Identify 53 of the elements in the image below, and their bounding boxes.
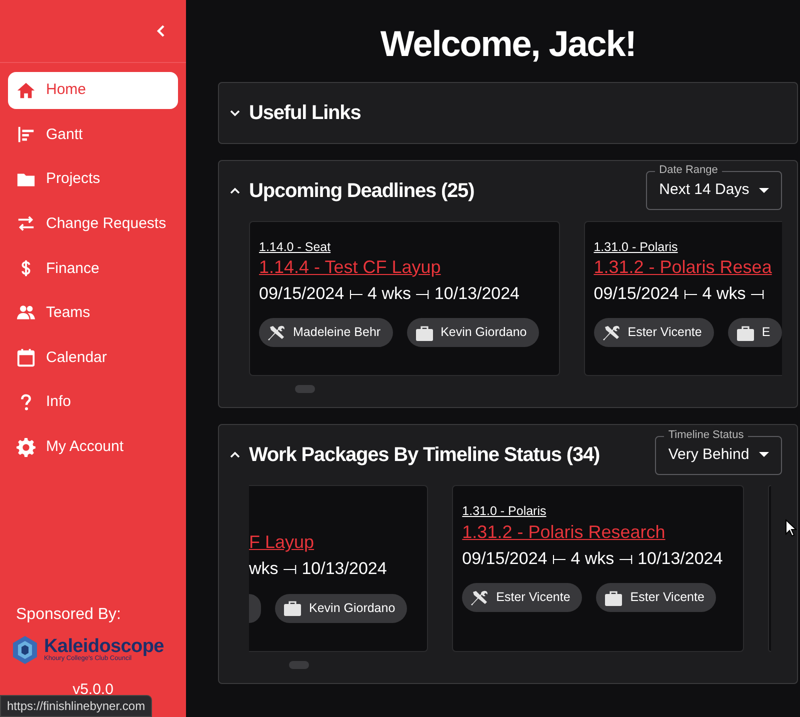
sidebar-item[interactable]: Gantt	[8, 116, 178, 154]
briefcase-icon	[736, 324, 755, 342]
person-chip[interactable]: Kevin Giordano	[406, 318, 539, 348]
person-chip[interactable]: Ester Vicente	[594, 318, 714, 348]
project-link[interactable]: 1.31.0 - Polaris	[594, 238, 782, 255]
sidebar-item[interactable]: Projects	[8, 161, 178, 198]
date-range: wks ⟞ 10/13/2024	[249, 558, 388, 580]
work-package-link[interactable]: 1.31.2 - Polaris Research	[462, 520, 666, 545]
section-title: Upcoming Deadlines (25)	[249, 178, 474, 204]
sidebar-item[interactable]: Calendar	[8, 340, 178, 377]
sidebar-item[interactable]: Teams	[8, 294, 178, 332]
project-link[interactable]: 1.14.0 - Seat	[259, 238, 539, 255]
date-range: 09/15/2024 ⟝ 4 wks ⟞ 10/13/2024	[462, 548, 723, 570]
section-title: Work Packages By Timeline Status (34)	[249, 443, 600, 468]
settings-icon	[16, 437, 36, 458]
collapse-chevron-icon[interactable]	[229, 450, 241, 460]
sponsor-label: Sponsored By:	[16, 604, 122, 624]
person-chip[interactable]: E	[728, 318, 782, 348]
status-url: https://finishlinebyner.com	[0, 695, 152, 717]
kaleidoscope-logo-icon	[10, 634, 40, 664]
person-chip[interactable]: Madeleine Behr	[259, 318, 393, 348]
sidebar-item[interactable]: Finance	[8, 250, 178, 288]
dropdown-caret-icon	[759, 188, 770, 194]
person-chip[interactable]: Ester Vicente	[462, 583, 582, 612]
sidebar-item[interactable]: Home	[8, 72, 178, 109]
work-package-link[interactable]: F Layup	[249, 530, 314, 556]
briefcase-icon	[604, 588, 624, 607]
collapse-chevron-icon[interactable]	[229, 186, 241, 196]
work-package-link[interactable]: 1.31.2 - Polaris Resea	[594, 254, 772, 280]
person-chip[interactable]: Kevin Giordano	[275, 594, 408, 623]
section-title: Useful Links	[249, 100, 361, 126]
tools-icon	[470, 588, 490, 607]
chip-fragment	[249, 594, 261, 623]
page-heading: Welcome, Jack!	[379, 24, 637, 64]
work-package-link[interactable]: 1.14.4 - Test CF Layup	[259, 254, 441, 280]
briefcase-icon	[283, 599, 302, 618]
expand-chevron-icon[interactable]	[229, 108, 241, 118]
tools-icon	[602, 324, 621, 342]
calendar-icon	[16, 348, 36, 368]
filter-label: Date Range	[655, 163, 722, 178]
person-chip[interactable]: Ester Vicente	[596, 583, 716, 612]
project-link[interactable]: 1.31.0 - Polaris	[462, 503, 723, 520]
tools-icon	[267, 324, 286, 342]
cursor-icon	[785, 519, 797, 537]
sidebar-item[interactable]: Change Requests	[8, 206, 178, 243]
date-range: 09/15/2024 ⟝ 4 wks ⟞	[594, 282, 766, 305]
sidebar-item[interactable]: My Account	[8, 428, 178, 466]
date-range: 09/15/2024 ⟝ 4 wks ⟞ 10/13/2024	[259, 282, 521, 305]
briefcase-icon	[414, 324, 434, 342]
sponsor-name: Kaleidoscope	[44, 636, 164, 656]
dropdown-caret-icon	[759, 452, 770, 458]
sidebar-item[interactable]: Info	[8, 384, 178, 422]
home-icon	[16, 80, 36, 100]
